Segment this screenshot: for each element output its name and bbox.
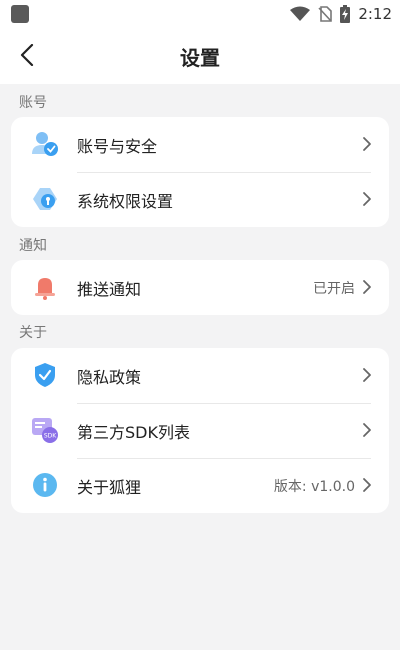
push-status-value: 已开启: [313, 280, 355, 297]
shield-icon: [31, 361, 59, 389]
chevron-right-icon: [363, 137, 371, 151]
status-bar: 2:12: [0, 0, 400, 28]
wifi-icon: [290, 6, 311, 21]
chevron-right-icon: [363, 478, 371, 492]
page-title: 设置: [180, 46, 220, 70]
chevron-right-icon: [363, 423, 371, 437]
chevron-right-icon: [363, 280, 371, 294]
chevron-right-icon: [363, 192, 371, 206]
settings-item-push-notification[interactable]: 推送通知 已开启: [11, 260, 389, 315]
account-security-icon: [31, 130, 59, 158]
system-permission-icon: [31, 185, 59, 213]
section-label-about: 关于: [19, 325, 47, 341]
app-header: 设置: [0, 28, 400, 84]
info-icon: [31, 471, 59, 499]
account-card: 账号与安全 系统权限设置: [11, 117, 389, 227]
status-time: 2:12: [358, 5, 392, 23]
settings-item-label: 系统权限设置: [77, 191, 174, 211]
section-label-account: 账号: [19, 95, 47, 111]
settings-item-label: 推送通知: [77, 279, 142, 299]
settings-item-label: 隐私政策: [77, 367, 142, 387]
version-value: 版本: v1.0.0: [273, 478, 355, 495]
settings-item-account-security[interactable]: 账号与安全: [11, 117, 389, 172]
settings-item-sdk-list[interactable]: SDK 第三方SDK列表: [11, 403, 389, 458]
settings-item-label: 第三方SDK列表: [77, 422, 190, 442]
settings-item-label: 账号与安全: [77, 136, 158, 156]
notification-icon: [11, 5, 29, 23]
settings-item-privacy-policy[interactable]: 隐私政策: [11, 348, 389, 403]
svg-text:SDK: SDK: [44, 433, 57, 440]
no-sim-icon: [318, 6, 333, 22]
settings-item-label: 关于狐狸: [77, 477, 142, 497]
section-label-notification: 通知: [19, 238, 47, 254]
status-icons: 2:12: [290, 3, 392, 25]
settings-item-system-permission[interactable]: 系统权限设置: [11, 172, 389, 227]
settings-item-about-app[interactable]: 关于狐狸 版本: v1.0.0: [11, 458, 389, 513]
chevron-right-icon: [363, 368, 371, 382]
notification-card: 推送通知 已开启: [11, 260, 389, 315]
battery-charging-icon: [340, 5, 351, 23]
about-card: 隐私政策 SDK 第三方SDK列表 关于狐狸 版本: v1.0.0: [11, 348, 389, 513]
bell-icon: [31, 273, 59, 301]
sdk-icon: SDK: [31, 416, 59, 444]
